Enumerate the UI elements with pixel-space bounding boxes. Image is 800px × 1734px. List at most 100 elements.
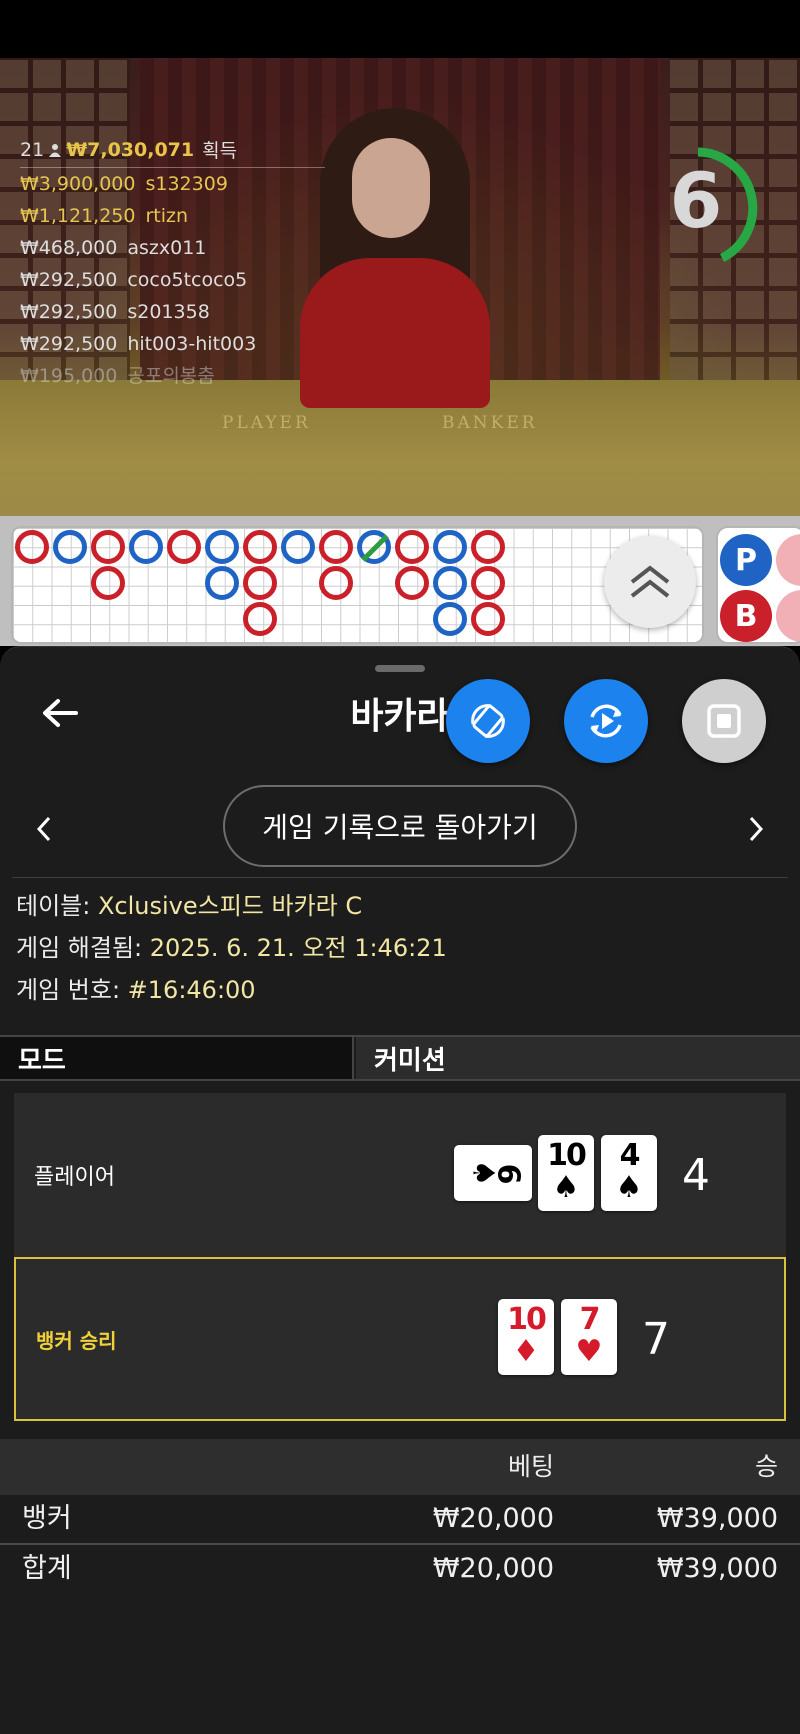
prediction-panel: P B [716,526,800,644]
bead-banker [243,602,277,636]
divider [12,877,788,878]
game-number-label: 게임 번호: [16,976,128,1004]
winner-amount: ₩292,500 [20,301,118,323]
countdown-timer: 6 [660,146,770,266]
prev-game-button[interactable] [22,807,66,851]
card-rank: 6 [490,1163,526,1183]
playing-card: 10 ♦ [498,1299,554,1375]
bead-road[interactable] [11,526,704,644]
banker-total: 7 [642,1313,670,1365]
ask-banker-button[interactable]: B [720,590,772,642]
mode-tabs: 모드 커미션 [0,1035,800,1081]
felt-label-banker: BANKER [442,413,538,433]
card-rank: 10 [507,1302,547,1337]
winners-total: ₩7,030,071 [66,138,195,161]
bead-player [53,530,87,564]
card-rank: 10 [547,1138,587,1173]
history-sheet: 바카라 게임 기록으로 돌아가기 테이블: Xclusive스피드 바카라 C … [0,646,800,1734]
bet-column-header: 베팅 [507,1452,554,1481]
ask-player-label: P [735,542,757,578]
winner-name: aszx011 [127,237,207,259]
winner-amount: ₩195,000 [20,365,118,387]
winner-name: s201358 [127,301,210,323]
table-value: Xclusive스피드 바카라 C [97,892,363,920]
win-column-header: 승 [754,1452,778,1481]
tab-commission[interactable]: 커미션 [356,1037,800,1079]
user-icon [49,143,62,157]
sheet-grabber[interactable] [375,665,425,672]
felt-label-player: PLAYER [222,413,311,433]
bet-row-label: 뱅커 [22,1503,72,1534]
winners-count: 21 [20,138,45,161]
bead-banker [243,530,277,564]
rotate-button[interactable] [446,679,530,763]
chevron-double-up-icon [630,565,670,598]
bead-banker [91,566,125,600]
winner-row: ₩195,000 공포의봉춤 [20,360,320,392]
winner-amount: ₩468,000 [20,237,118,259]
next-game-button[interactable] [734,807,778,851]
bet-amount: ₩20,000 [432,1553,554,1584]
game-number-value: #16:46:00 [127,976,256,1004]
winners-list: 21 ₩7,030,071 획득 ₩3,900,000 s132309 ₩1,12… [20,136,325,392]
bet-amount: ₩20,000 [432,1503,554,1534]
ask-player-button[interactable]: P [720,534,772,586]
winner-amount: ₩3,900,000 [20,173,136,195]
winner-row: ₩1,121,250 rtizn [20,200,320,232]
player-hand-label: 플레이어 [34,1165,115,1190]
ask-banker-label: B [734,598,758,634]
game-info: 테이블: Xclusive스피드 바카라 C 게임 해결됨: 2025. 6. … [16,885,786,1011]
back-to-history-button[interactable]: 게임 기록으로 돌아가기 [223,785,577,867]
bead-banker [395,530,429,564]
bead-player [205,530,239,564]
playing-card: 7 ♥ [561,1299,617,1375]
winners-suffix: 획득 [202,140,238,162]
replay-button[interactable] [564,679,648,763]
expand-roadmap-button[interactable] [604,536,696,628]
stop-icon [707,704,741,738]
win-amount: ₩39,000 [656,1553,778,1584]
side-chip-faded [776,534,800,586]
game-number-info: 게임 번호: #16:46:00 [16,969,786,1011]
player-hand: 플레이어 ♠ 6 10 ♠ 4 ♠ 4 [14,1093,786,1257]
playing-card: 10 ♠ [538,1135,594,1211]
winner-amount: ₩292,500 [20,333,118,355]
bead-banker [471,602,505,636]
card-suit: ♠ [615,1170,643,1205]
playing-card: 4 ♠ [601,1135,657,1211]
winner-amount: ₩1,121,250 [20,205,136,227]
bead-player [281,530,315,564]
winner-name: 공포의봉춤 [127,365,215,387]
live-video: PLAYER BANKER 21 ₩7,030,071 획득 ₩3,900,00… [0,58,800,516]
side-chip-faded [776,590,800,642]
bead-banker [395,566,429,600]
winner-name: coco5tcoco5 [127,269,248,291]
bead-player [433,566,467,600]
rotate-icon [471,704,505,738]
replay-icon [590,704,622,738]
card-suit: ♠ [552,1170,580,1205]
bead-banker [471,566,505,600]
banker-hand: 뱅커 승리 10 ♦ 7 ♥ 7 [14,1257,786,1421]
stop-button[interactable] [682,679,766,763]
bead-banker [91,530,125,564]
bead-player [433,602,467,636]
winner-row: ₩292,500 hit003-hit003 [20,328,320,360]
resolved-label: 게임 해결됨: [16,934,150,962]
tie-slash [361,534,389,562]
table-info: 테이블: Xclusive스피드 바카라 C [16,885,786,927]
tab-mode[interactable]: 모드 [0,1037,354,1079]
winner-amount: ₩292,500 [20,269,118,291]
winner-row: ₩468,000 aszx011 [20,232,320,264]
winner-row: ₩3,900,000 s132309 [20,168,320,200]
bead-banker [319,530,353,564]
bead-player [205,566,239,600]
bead-player [129,530,163,564]
card-suit: ♥ [575,1334,603,1369]
winner-row: ₩292,500 coco5tcoco5 [20,264,320,296]
card-suit: ♦ [512,1334,540,1369]
bet-row-label: 합계 [22,1553,72,1584]
bead-banker [15,530,49,564]
card-rank: 7 [579,1302,601,1337]
bet-table: 베팅 승 뱅커 ₩20,000 ₩39,000 합계 ₩20,000 ₩39,0… [0,1439,800,1595]
